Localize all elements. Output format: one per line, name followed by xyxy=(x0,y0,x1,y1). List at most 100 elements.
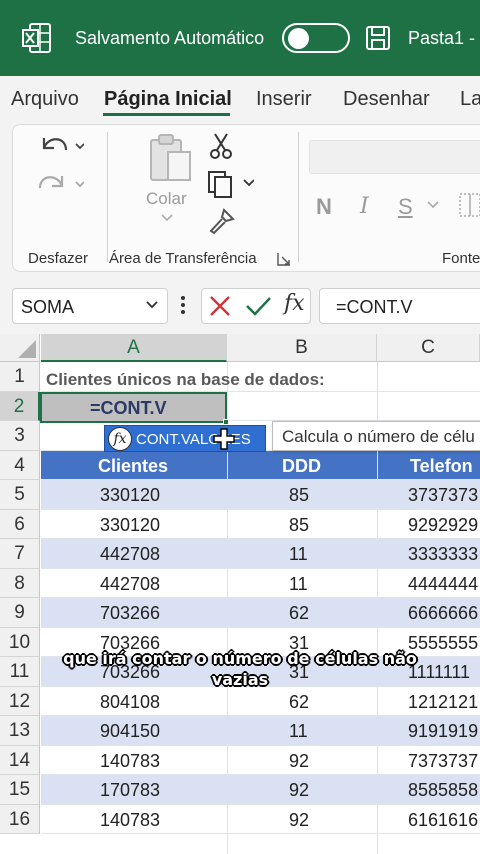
autosave-toggle[interactable] xyxy=(282,23,350,53)
table-cell[interactable]: 904150 xyxy=(100,721,160,742)
table-cell[interactable]: 140783 xyxy=(100,751,160,772)
table-cell[interactable]: 85 xyxy=(289,515,309,536)
table-cell[interactable]: 9191919 xyxy=(408,721,478,742)
row-header[interactable]: 13 xyxy=(0,716,40,746)
confirm-icon[interactable] xyxy=(244,294,272,318)
save-icon[interactable] xyxy=(365,25,391,51)
table-cell[interactable]: 6666666 xyxy=(408,603,478,624)
table-row[interactable]: 140783 92 6161616 xyxy=(41,805,480,834)
table-row[interactable]: 442708 11 3333333 xyxy=(41,539,480,569)
table-cell[interactable]: 9292929 xyxy=(408,515,478,536)
tab-inserir[interactable]: Inserir xyxy=(256,88,312,111)
tab-layout[interactable]: La xyxy=(460,88,480,111)
table-cell[interactable]: 92 xyxy=(289,810,309,831)
borders-icon[interactable] xyxy=(458,192,480,218)
column-header-c[interactable]: C xyxy=(377,334,480,362)
table-row[interactable]: 442708 11 4444444 xyxy=(41,569,480,598)
table-cell[interactable]: 330120 xyxy=(100,485,160,506)
chevron-down-icon[interactable] xyxy=(426,200,440,210)
tab-pagina-inicial[interactable]: Página Inicial xyxy=(104,88,232,111)
table-header-cell[interactable]: Clientes xyxy=(98,456,168,477)
chevron-down-icon[interactable] xyxy=(145,299,159,311)
redo-icon[interactable] xyxy=(36,168,84,198)
table-cell[interactable]: 92 xyxy=(289,780,309,801)
table-cell[interactable]: 11 xyxy=(289,721,308,742)
table-cell[interactable]: 804108 xyxy=(100,692,160,713)
font-name-select[interactable] xyxy=(309,140,480,174)
format-painter-icon[interactable] xyxy=(208,207,236,235)
paste-label[interactable]: Colar xyxy=(146,189,187,209)
table-cell[interactable]: 11 xyxy=(289,544,308,565)
row-header[interactable]: 15 xyxy=(0,775,40,805)
row-header[interactable]: 12 xyxy=(0,686,40,716)
cursor-icon xyxy=(213,428,235,450)
table-row[interactable]: 170783 92 8585858 xyxy=(41,775,480,805)
dialog-launcher-icon[interactable] xyxy=(277,252,291,266)
row-header[interactable]: 9 xyxy=(0,598,40,628)
table-header-cell[interactable]: DDD xyxy=(282,456,321,477)
formula-input[interactable]: =CONT.V xyxy=(319,288,480,324)
table-row[interactable]: 703266 62 6666666 xyxy=(41,598,480,628)
row-header[interactable]: 11 xyxy=(0,657,40,687)
function-icon: fx xyxy=(108,427,132,451)
table-cell[interactable]: 8585858 xyxy=(408,780,478,801)
column-header-a[interactable]: A xyxy=(41,334,227,362)
row-header[interactable]: 14 xyxy=(0,745,40,775)
active-cell-a2[interactable]: =CONT.V xyxy=(40,392,227,423)
paste-icon[interactable] xyxy=(148,132,194,184)
cut-icon[interactable] xyxy=(208,132,234,160)
table-cell[interactable]: 170783 xyxy=(100,780,160,801)
table-cell[interactable]: 85 xyxy=(289,485,309,506)
table-cell[interactable]: 1212121 xyxy=(408,692,478,713)
table-row[interactable]: 140783 92 7373737 xyxy=(41,746,480,775)
table-cell[interactable]: 330120 xyxy=(100,515,160,536)
table-cell[interactable]: 3333333 xyxy=(408,544,478,565)
table-cell[interactable]: 6161616 xyxy=(408,810,478,831)
table-header-row[interactable]: Clientes DDD Telefon xyxy=(41,450,480,480)
table-cell[interactable]: 62 xyxy=(289,692,309,713)
table-cell[interactable]: 7373737 xyxy=(408,751,478,772)
row-header[interactable]: 2 xyxy=(0,391,40,421)
file-name[interactable]: Pasta1 - xyxy=(408,28,475,49)
undo-icon[interactable] xyxy=(36,130,84,160)
table-cell[interactable]: 442708 xyxy=(100,544,160,565)
table-cell[interactable]: 62 xyxy=(289,603,309,624)
row-header[interactable]: 5 xyxy=(0,480,40,510)
autocomplete-suggestion[interactable]: fx CONT.VALORES xyxy=(104,425,266,452)
row-header[interactable]: 16 xyxy=(0,804,40,834)
row-header[interactable]: 6 xyxy=(0,509,40,539)
row-header[interactable]: 10 xyxy=(0,627,40,657)
table-cell[interactable]: 11 xyxy=(289,574,308,595)
chevron-down-icon[interactable] xyxy=(160,213,174,223)
italic-button[interactable]: I xyxy=(360,194,369,219)
table-header-cell[interactable]: Telefon xyxy=(410,456,473,477)
sheet-title-cell[interactable]: Clientes únicos na base de dados: xyxy=(46,370,325,390)
tab-arquivo[interactable]: Arquivo xyxy=(11,88,79,111)
table-cell[interactable]: 703266 xyxy=(100,603,160,624)
more-options-icon[interactable] xyxy=(180,294,186,316)
cancel-icon[interactable] xyxy=(208,294,232,318)
row-header[interactable]: 8 xyxy=(0,568,40,598)
table-cell[interactable]: 3737373 xyxy=(408,485,478,506)
row-header[interactable]: 7 xyxy=(0,539,40,569)
row-header[interactable]: 3 xyxy=(0,421,40,451)
clipboard-group-label: Área de Transferência xyxy=(109,250,257,267)
underline-button[interactable]: S xyxy=(398,194,413,220)
table-row[interactable]: 904150 11 9191919 xyxy=(41,716,480,746)
table-cell[interactable]: 92 xyxy=(289,751,309,772)
table-cell[interactable]: 140783 xyxy=(100,810,160,831)
copy-icon[interactable] xyxy=(206,170,254,198)
table-row[interactable]: 330120 85 9292929 xyxy=(41,510,480,539)
tab-desenhar[interactable]: Desenhar xyxy=(343,88,430,111)
name-box[interactable]: SOMA xyxy=(12,288,168,324)
column-header-b[interactable]: B xyxy=(227,334,377,362)
row-header[interactable]: 1 xyxy=(0,362,40,392)
table-cell[interactable]: 442708 xyxy=(100,574,160,595)
insert-function-icon[interactable]: fx xyxy=(284,291,305,316)
row-header[interactable]: 4 xyxy=(0,450,40,480)
bold-button[interactable]: N xyxy=(316,194,332,220)
table-row[interactable]: 804108 62 1212121 xyxy=(41,687,480,716)
table-cell[interactable]: 4444444 xyxy=(408,574,478,595)
table-row[interactable]: 330120 85 3737373 xyxy=(41,480,480,510)
autosave-label: Salvamento Automático xyxy=(75,28,265,48)
